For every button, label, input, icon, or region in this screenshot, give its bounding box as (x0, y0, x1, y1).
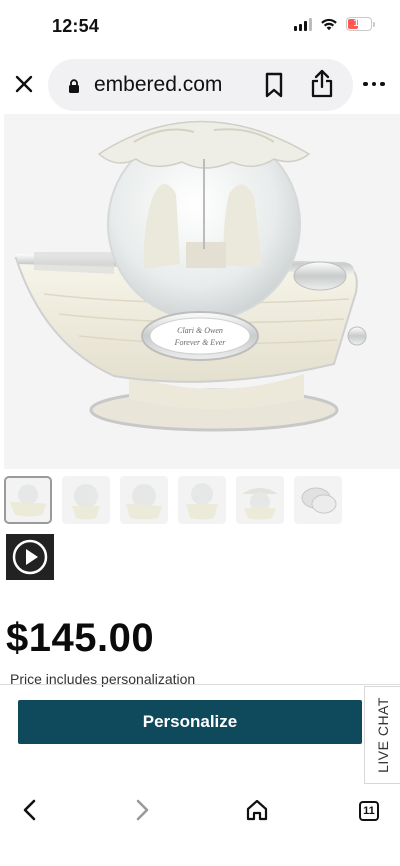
status-time: 12:54 (52, 16, 100, 36)
thumbnail-4[interactable] (178, 476, 226, 524)
battery-icon: 17 (346, 17, 375, 31)
thumbnail-2[interactable] (62, 476, 110, 524)
thumbnail-image (301, 487, 337, 514)
back-button[interactable] (14, 794, 46, 826)
thumbnail-1[interactable] (4, 476, 52, 524)
product-image[interactable]: Clari & Owen Forever & Ever (4, 114, 400, 469)
battery-level: 17 (353, 18, 365, 29)
thumbnail-6[interactable] (294, 476, 342, 524)
more-options-button[interactable] (360, 74, 388, 94)
chevron-left-icon (23, 799, 36, 821)
forward-button[interactable] (126, 794, 158, 826)
close-button[interactable] (10, 70, 38, 98)
thumbnail-strip (4, 476, 400, 530)
thumbnail-5[interactable] (236, 476, 284, 524)
browser-toolbar: embered.com (0, 56, 400, 114)
share-icon[interactable] (310, 69, 334, 99)
video-thumbnail[interactable] (6, 534, 54, 580)
close-icon (15, 75, 33, 93)
thumbnail-image (126, 484, 162, 520)
home-icon (246, 799, 268, 821)
thumbnail-image (9, 484, 47, 517)
thumbnail-image (242, 488, 278, 520)
browser-bottom-toolbar: 11 (0, 786, 400, 834)
live-chat-button[interactable]: LIVE CHAT (364, 686, 400, 784)
chevron-right-icon (136, 799, 149, 821)
bookmark-icon[interactable] (264, 72, 284, 98)
live-chat-label: LIVE CHAT (374, 697, 391, 773)
plaque-line2: Forever & Ever (174, 338, 227, 347)
wifi-icon (321, 18, 337, 31)
personalize-button[interactable]: Personalize (18, 700, 362, 744)
tabs-button[interactable]: 11 (354, 794, 386, 826)
status-icons: 17 (294, 17, 375, 31)
cellular-signal-icon (294, 17, 312, 31)
url-text: embered.com (94, 73, 223, 96)
thumbnail-3[interactable] (120, 476, 168, 524)
thumbnail-image (72, 484, 100, 520)
plaque-line1: Clari & Owen (177, 326, 223, 335)
divider (0, 684, 400, 685)
product-price: $145.00 (6, 616, 155, 660)
snow-globe-boat-illustration: Clari & Owen Forever & Ever (14, 120, 367, 432)
thumbnail-image (186, 483, 218, 520)
tab-count: 11 (359, 801, 379, 821)
play-icon (12, 539, 48, 575)
home-button[interactable] (241, 794, 273, 826)
address-bar[interactable]: embered.com (48, 59, 353, 111)
status-bar: 12:54 17 (0, 0, 400, 54)
lock-icon (69, 79, 79, 93)
